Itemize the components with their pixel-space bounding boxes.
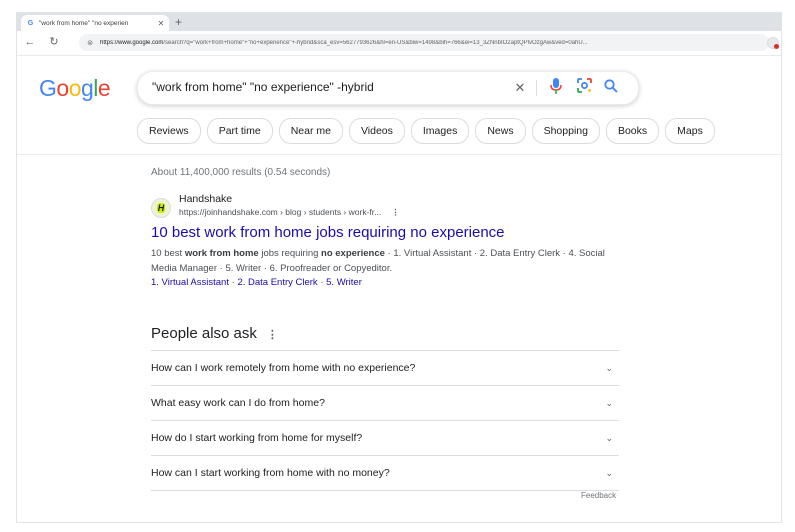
new-tab-icon[interactable]: + [175, 15, 182, 29]
browser-window: G "work from home" "no experien ✕ + ← ↻ … [16, 12, 782, 523]
paa-question[interactable]: What easy work can I do from home? ⌄ [151, 385, 619, 420]
chevron-down-icon[interactable]: ⌄ [605, 363, 613, 374]
handshake-favicon-icon[interactable]: H [151, 198, 171, 218]
paa-question-text: How do I start working from home for mys… [151, 432, 363, 444]
address-bar[interactable]: ⊜ https://www.google.com/search?q="work+… [79, 34, 769, 51]
chip-shopping[interactable]: Shopping [531, 118, 600, 144]
profile-icon[interactable] [767, 37, 779, 49]
search-icon[interactable] [601, 78, 621, 98]
result-sitelinks: 1. Virtual Assistant · 2. Data Entry Cle… [151, 277, 362, 288]
sitelink-data-entry-clerk[interactable]: 2. Data Entry Clerk [237, 277, 317, 288]
microphone-icon[interactable] [546, 78, 566, 98]
chevron-down-icon[interactable]: ⌄ [605, 433, 613, 444]
notification-dot [774, 44, 779, 49]
paa-bottom-divider [151, 490, 619, 491]
chip-videos[interactable]: Videos [348, 118, 405, 144]
chip-images[interactable]: Images [410, 118, 470, 144]
paa-question[interactable]: How do I start working from home for mys… [151, 420, 619, 455]
tab-title: "work from home" "no experien [39, 19, 129, 27]
chip-maps[interactable]: Maps [665, 118, 715, 144]
sitelink-writer[interactable]: 5. Writer [326, 277, 362, 288]
result-site-name[interactable]: Handshake [179, 193, 232, 205]
paa-question-text: What easy work can I do from home? [151, 397, 325, 409]
search-box[interactable]: "work from home" "no experience" -hybrid… [137, 71, 639, 105]
chip-part-time[interactable]: Part time [206, 118, 273, 144]
search-input[interactable]: "work from home" "no experience" -hybrid [152, 80, 374, 94]
results-stats: About 11,400,000 results (0.54 seconds) [151, 167, 331, 178]
result-title-link[interactable]: 10 best work from home jobs requiring no… [151, 224, 505, 241]
paa-question[interactable]: How can I work remotely from home with n… [151, 350, 619, 385]
chip-news[interactable]: News [475, 118, 526, 144]
paa-options-icon[interactable]: ⋮ [267, 329, 278, 341]
paa-question[interactable]: How can I start working from home with n… [151, 455, 619, 490]
site-info-icon[interactable]: ⊜ [85, 39, 95, 47]
google-favicon-icon: G [27, 19, 34, 27]
back-icon[interactable]: ← [23, 35, 37, 49]
filter-chips: Reviews Part time Near me Videos Images News S… [137, 118, 715, 144]
chip-reviews[interactable]: Reviews [137, 118, 201, 144]
close-tab-icon[interactable]: ✕ [156, 19, 166, 28]
more-options-icon[interactable]: ⋮ [391, 207, 400, 217]
paa-question-text: How can I start working from home with n… [151, 467, 390, 479]
chevron-down-icon[interactable]: ⌄ [605, 468, 613, 479]
chip-books[interactable]: Books [605, 118, 660, 144]
tab-search[interactable]: G "work from home" "no experien ✕ [21, 15, 169, 31]
navigation-bar: ← ↻ ⊜ https://www.google.com/search?q="w… [17, 31, 781, 56]
chip-near-me[interactable]: Near me [278, 118, 343, 144]
sitelink-virtual-assistant[interactable]: 1. Virtual Assistant [151, 277, 229, 288]
google-logo[interactable]: Google [39, 75, 111, 102]
lens-icon[interactable] [574, 78, 594, 98]
search-divider [536, 80, 537, 96]
result-snippet: 10 best work from home jobs requiring no… [151, 248, 605, 274]
people-also-ask-heading: People also ask ⋮ [151, 325, 278, 342]
header-divider [17, 154, 781, 155]
url-text: https://www.google.com/search?q="work+fr… [100, 39, 588, 46]
reload-icon[interactable]: ↻ [47, 35, 61, 49]
people-also-ask-list: How can I work remotely from home with n… [151, 350, 619, 491]
tab-strip: G "work from home" "no experien ✕ + [17, 13, 781, 31]
chevron-down-icon[interactable]: ⌄ [605, 398, 613, 409]
feedback-link[interactable]: Feedback [581, 491, 616, 500]
result-cite-url[interactable]: https://joinhandshake.com › blog › stude… [179, 207, 400, 218]
paa-question-text: How can I work remotely from home with n… [151, 362, 416, 374]
clear-icon[interactable]: ✕ [510, 78, 530, 98]
